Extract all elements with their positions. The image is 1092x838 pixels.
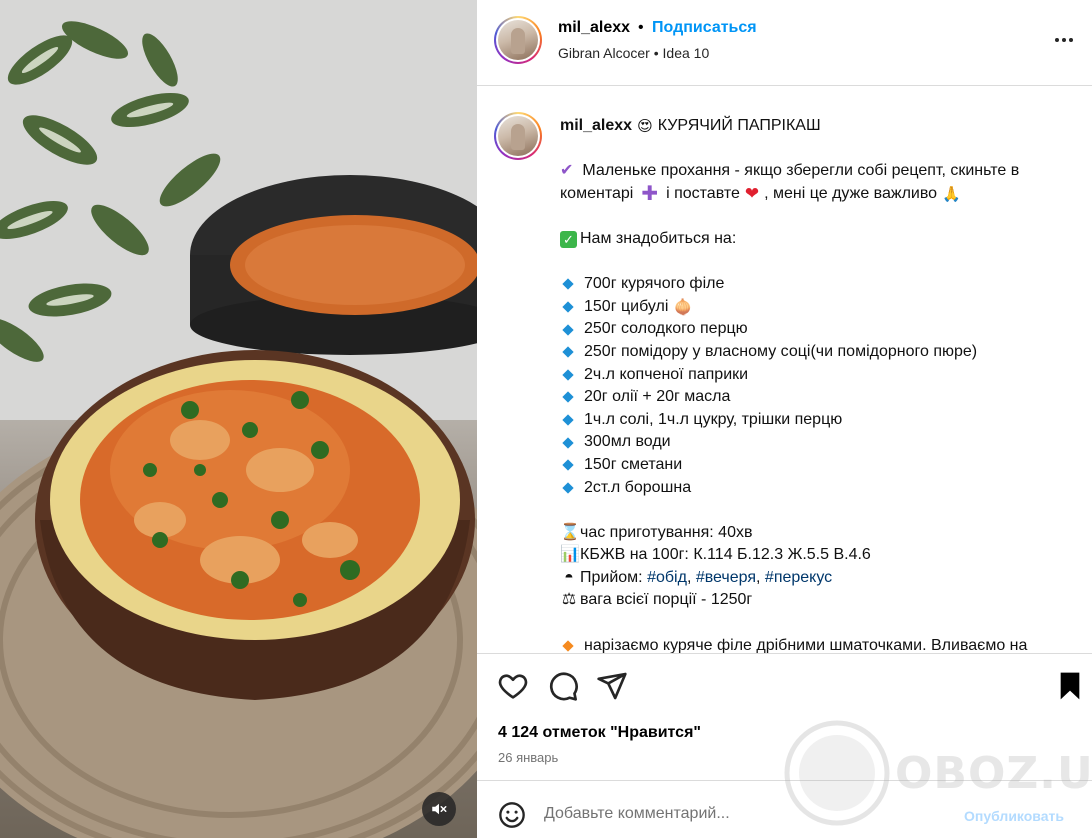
diamond-bullet-icon	[562, 323, 574, 336]
post-video[interactable]	[0, 0, 477, 838]
diamond-bullet-icon	[562, 459, 574, 471]
emoji-picker-button[interactable]	[498, 801, 526, 829]
post-date[interactable]: 26 январь	[498, 750, 558, 765]
post-header: mil_alexx • Подписаться Gibran Alcocer •…	[477, 0, 1092, 86]
praying-hands-icon: 🙏	[942, 185, 961, 203]
diamond-bullet-icon	[562, 391, 574, 404]
food-photo	[0, 0, 477, 838]
heart-eyes-emoji-icon: 😍	[637, 117, 653, 135]
ellipsis-icon	[1055, 38, 1059, 42]
diamond-bullet-icon	[562, 301, 574, 313]
ingredient-item: 2ст.л борошна	[584, 478, 692, 496]
more-options-button[interactable]	[1055, 30, 1077, 50]
audio-info[interactable]: Gibran Alcocer • Idea 10	[558, 45, 709, 61]
share-button[interactable]	[596, 670, 628, 702]
diamond-bullet-icon	[562, 482, 574, 494]
ingredient-item: 1ч.л солі, 1ч.л цукру, трішки перцю	[584, 410, 843, 428]
action-bar: 4 124 отметок "Нравится" 26 январь	[477, 653, 1092, 780]
caption-text: mil_alexx 😍 КУРЯЧИЙ ПАПРІКАШ ✔ Маленьке …	[560, 115, 1080, 653]
comment-button[interactable]	[547, 670, 579, 702]
audio-track: Idea 10	[662, 45, 710, 61]
request-line-1: Маленьке прохання - якщо зберегли собі р…	[582, 162, 1020, 180]
hashtag-link[interactable]: #перекус	[765, 567, 832, 590]
separator-dot: •	[638, 19, 644, 36]
diamond-bullet-icon	[562, 436, 574, 449]
request-line-2a: коментарі	[560, 184, 634, 202]
comment-input[interactable]	[544, 805, 944, 823]
meal-label: Прийом:	[580, 568, 643, 586]
ingredient-item: 700г курячого філе	[584, 275, 725, 293]
ingredient-item: 20г олії + 20г масла	[584, 388, 731, 406]
hashtag-link[interactable]: #вечеря	[696, 567, 756, 590]
ingredient-item: 2ч.л копченої паприки	[584, 365, 749, 383]
need-label: Нам знадобиться на:	[580, 229, 737, 247]
mute-button[interactable]	[422, 792, 456, 826]
request-line-2c: , мені це дуже важливо	[764, 184, 938, 202]
ingredient-item: 300мл води	[584, 433, 671, 451]
comment-composer: Опубликовать	[477, 780, 1092, 838]
follow-button[interactable]: Подписаться	[652, 19, 757, 37]
diamond-bullet-icon	[562, 278, 574, 291]
username-link[interactable]: mil_alexx	[558, 19, 630, 37]
cook-time: час приготування: 40хв	[580, 523, 753, 541]
diamond-bullet-icon	[562, 414, 574, 426]
onion-icon: 🧅	[673, 298, 693, 316]
diamond-bullet-icon	[562, 369, 574, 381]
caption-avatar[interactable]	[494, 112, 542, 160]
portion-weight: вага всієї порції - 1250г	[580, 591, 753, 609]
ingredient-item: 250г солодкого перцю	[584, 320, 748, 338]
ingredient-item: 150г цибулі	[584, 297, 669, 315]
orange-diamond-bullet-icon	[562, 640, 574, 652]
plus-icon: ✚	[641, 182, 659, 205]
nutrition-info: КБЖВ на 100г: К.114 Б.12.3 Ж.5.5 В.4.6	[580, 546, 871, 564]
avatar-image	[498, 20, 538, 60]
recipe-title: КУРЯЧИЙ ПАПРІКАШ	[657, 117, 821, 134]
step-1: нарізаємо куряче філе дрібними шматочкам…	[584, 636, 1028, 653]
red-heart-icon: ❤	[744, 183, 760, 203]
save-button[interactable]	[1054, 670, 1086, 702]
speaker-muted-icon	[432, 803, 447, 815]
ingredient-item: 150г сметани	[584, 455, 683, 473]
ingredient-item: 250г помідору у власному соці(чи помідор…	[584, 342, 978, 360]
hourglass-icon: ⌛	[560, 523, 580, 541]
green-check-icon: ✓	[560, 230, 577, 248]
scale-icon: ⚖	[561, 591, 577, 609]
post-details-panel: mil_alexx • Подписаться Gibran Alcocer •…	[477, 0, 1092, 838]
like-button[interactable]	[497, 670, 529, 702]
bar-chart-icon: 📊	[560, 546, 580, 564]
publish-button[interactable]: Опубликовать	[964, 808, 1064, 824]
request-line-2b: і поставте	[666, 184, 740, 202]
diamond-bullet-icon	[562, 346, 574, 358]
audio-separator: •	[653, 45, 659, 61]
check-mark-icon: ✔	[560, 162, 574, 180]
hashtag-link[interactable]: #обід	[647, 567, 687, 590]
likes-count[interactable]: 4 124 отметок "Нравится"	[498, 724, 701, 742]
avatar[interactable]	[494, 16, 542, 64]
caption-username[interactable]: mil_alexx	[560, 115, 632, 138]
cloche-icon: ◓	[564, 568, 574, 586]
audio-artist: Gibran Alcocer	[558, 45, 650, 61]
caption-section: mil_alexx 😍 КУРЯЧИЙ ПАПРІКАШ ✔ Маленьке …	[477, 87, 1092, 653]
